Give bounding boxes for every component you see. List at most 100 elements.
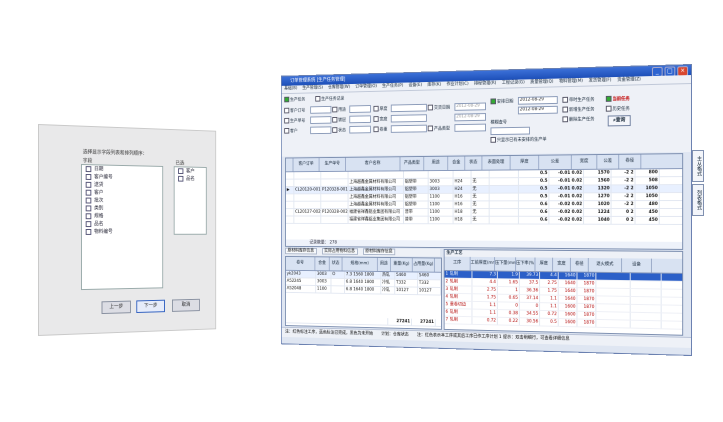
menu-item[interactable]: 质量管理(Q) [530, 80, 553, 85]
column-header[interactable]: 宽度 [571, 155, 598, 169]
column-header[interactable]: 用途 [424, 156, 449, 171]
menu-item[interactable]: 仓库管理(W) [328, 85, 350, 90]
thickness-input[interactable] [390, 103, 427, 113]
list-item[interactable]: 物料编号 [82, 228, 162, 236]
selected-fields-list[interactable]: 客户 品名 [173, 166, 207, 235]
column-header[interactable]: 生产单号 [319, 157, 346, 172]
menu-item[interactable]: 作业计划(C) [446, 82, 468, 87]
column-header[interactable]: 客户名称 [345, 157, 401, 171]
table-row[interactable]: A52048 1100 6.8 1640 1800 冷轧 10127 10127 [285, 285, 442, 296]
material-tab[interactable]: 原材料库存信息 [285, 247, 317, 255]
delete-task-checkbox[interactable]: 删除生产任务 [562, 116, 594, 123]
menu-item[interactable]: 生产任务(P) [382, 84, 403, 89]
current-task-checkbox[interactable]: 当前任务 [605, 95, 630, 102]
history-task-checkbox[interactable]: 历史任务 [605, 105, 630, 112]
column-header[interactable]: 宽度 [553, 257, 571, 272]
column-header[interactable]: 状态 [465, 156, 483, 170]
column-header[interactable]: 卷径 [570, 257, 589, 272]
column-header[interactable]: 压下量(mm) [495, 257, 517, 271]
column-header[interactable] [285, 158, 294, 172]
column-header[interactable]: 厚度 [535, 257, 554, 272]
tab-task-record[interactable]: 生产任务记录 [315, 95, 344, 102]
tab-master-detail[interactable]: 主从格式 [692, 150, 704, 182]
column-header[interactable]: 工前厚度(mm) [470, 256, 496, 271]
checkbox-icon[interactable] [85, 165, 92, 172]
checkbox-icon[interactable] [178, 175, 184, 182]
production-no-input[interactable] [310, 116, 332, 124]
column-header[interactable]: 合金 [448, 156, 466, 171]
column-header[interactable]: 厚度 [510, 155, 540, 170]
column-header[interactable]: 占用量(Kg) [412, 258, 435, 272]
checkbox-icon[interactable] [85, 228, 92, 235]
column-header[interactable]: 压下率(%) [516, 257, 536, 272]
next-button[interactable]: 下一步 [136, 299, 165, 313]
tab-production-task[interactable]: 生产任务 [284, 96, 305, 103]
checkbox-icon[interactable] [85, 204, 92, 211]
search-button[interactable]: ⌕查询 [607, 115, 631, 127]
table-cell: 1 [497, 286, 520, 295]
coating-input[interactable] [349, 115, 371, 124]
list-item[interactable]: 品名 [82, 220, 162, 228]
customer-input[interactable] [310, 126, 332, 135]
checkbox-icon[interactable] [85, 181, 92, 188]
column-header[interactable]: 规格(mm) [342, 257, 378, 271]
checkbox-icon[interactable] [85, 197, 92, 204]
menu-item[interactable]: 发货管理(F) [589, 78, 612, 83]
checkbox-icon[interactable] [178, 167, 184, 174]
menu-item[interactable]: 生产管理(S) [302, 86, 323, 91]
column-header[interactable]: 卷径 [619, 154, 642, 169]
menu-item[interactable]: 排程管理(R) [474, 81, 496, 86]
cancel-button[interactable]: 取消 [171, 298, 200, 312]
checkbox-icon[interactable] [85, 189, 92, 196]
only-unfinished-checkbox[interactable]: 只显示已有未安排的生产单 [490, 136, 547, 143]
column-header[interactable]: 表面处理 [482, 155, 511, 170]
product-kind-input[interactable] [454, 123, 486, 132]
model-no-input[interactable] [490, 126, 530, 136]
column-header[interactable]: 用途 [377, 257, 391, 272]
column-header[interactable]: 工序 [444, 256, 471, 271]
prev-button[interactable]: 上一步 [101, 300, 131, 315]
column-header[interactable]: 重量(Kg) [390, 257, 413, 272]
material-tab[interactable]: 实际占用物料信息 [321, 248, 358, 255]
menu-item[interactable]: 物料管理(M) [559, 79, 583, 84]
delivery-date-from[interactable]: 2012-08-29 [454, 102, 486, 111]
menu-item[interactable]: 库存(K) [427, 83, 441, 88]
column-header[interactable]: 退火模式 [588, 258, 623, 273]
menu-item[interactable]: 订单管理(O) [355, 84, 377, 89]
has-task-checkbox[interactable]: 带时生产任务 [562, 96, 594, 103]
schedule-date-to[interactable]: 2012-08-29 [517, 105, 558, 115]
menu-item[interactable]: 资金管理(Z) [617, 77, 641, 83]
available-fields-list[interactable]: 日期 客户编号 送货 客户 批次 类别 规格 品名 物料编号 [80, 164, 164, 291]
table-row[interactable]: 上海越鑫金属材料有限公司 铝塑带 1100 H16 无 0.6 -0.02 0.02 1020… [285, 201, 683, 210]
product-type-input[interactable] [349, 105, 371, 113]
status-input[interactable] [349, 125, 371, 134]
table-cell: 无 [471, 216, 490, 224]
volume-input[interactable] [390, 124, 427, 133]
task-grid[interactable]: 客户订单 生产单号 客户名称 产品类型 用途 合金 状态 表面处理 厚度 公差 宽度 公差 卷径 0.5… [285, 153, 684, 250]
menu-item[interactable]: 基础(B) [284, 86, 297, 91]
checkbox-icon[interactable] [85, 212, 92, 219]
table-row[interactable]: 福建省祥鑫铝业集团有限公司 普带 1100 H18 无 0.6 -0.02 0.02 1040… [285, 216, 683, 225]
checkbox-icon[interactable] [85, 220, 92, 227]
schedule-date-from[interactable]: 2012-08-29 [517, 96, 558, 105]
delivery-date-to[interactable]: 2012-08-29 [454, 113, 486, 122]
column-header[interactable]: 产品类型 [400, 156, 425, 171]
column-header[interactable]: 公差 [539, 155, 572, 170]
column-header[interactable]: 设备 [622, 258, 652, 273]
tab-list-view[interactable]: 列表格式 [692, 184, 704, 216]
column-header[interactable]: 卷号 [285, 256, 316, 271]
list-item[interactable]: 品名 [175, 175, 206, 183]
column-header[interactable]: 状态 [329, 257, 343, 271]
menu-item[interactable]: 设备(E) [409, 83, 423, 88]
menu-item[interactable]: 工程记录(G) [502, 80, 525, 85]
material-panel[interactable]: 卷号 合金 状态 规格(mm) 用途 重量(Kg) 占用量(Kg) yk2043 3003 O 7… [285, 256, 442, 330]
column-header[interactable]: 合金 [315, 257, 330, 271]
checkbox-icon[interactable] [85, 173, 92, 180]
new-task-checkbox[interactable]: 新增生产任务 [562, 106, 594, 113]
process-panel[interactable]: 生产工艺 工序 工前厚度(mm) 压下量(mm) 压下率(%) 厚度 宽度 卷径 退火模式 设备… [443, 249, 684, 336]
width-input[interactable] [390, 114, 427, 123]
column-header[interactable]: 公差 [597, 154, 620, 169]
column-header[interactable]: 客户订单 [293, 158, 320, 172]
material-tab[interactable]: 原材料库存信息 [362, 248, 396, 256]
customer-code-input[interactable] [310, 105, 332, 114]
